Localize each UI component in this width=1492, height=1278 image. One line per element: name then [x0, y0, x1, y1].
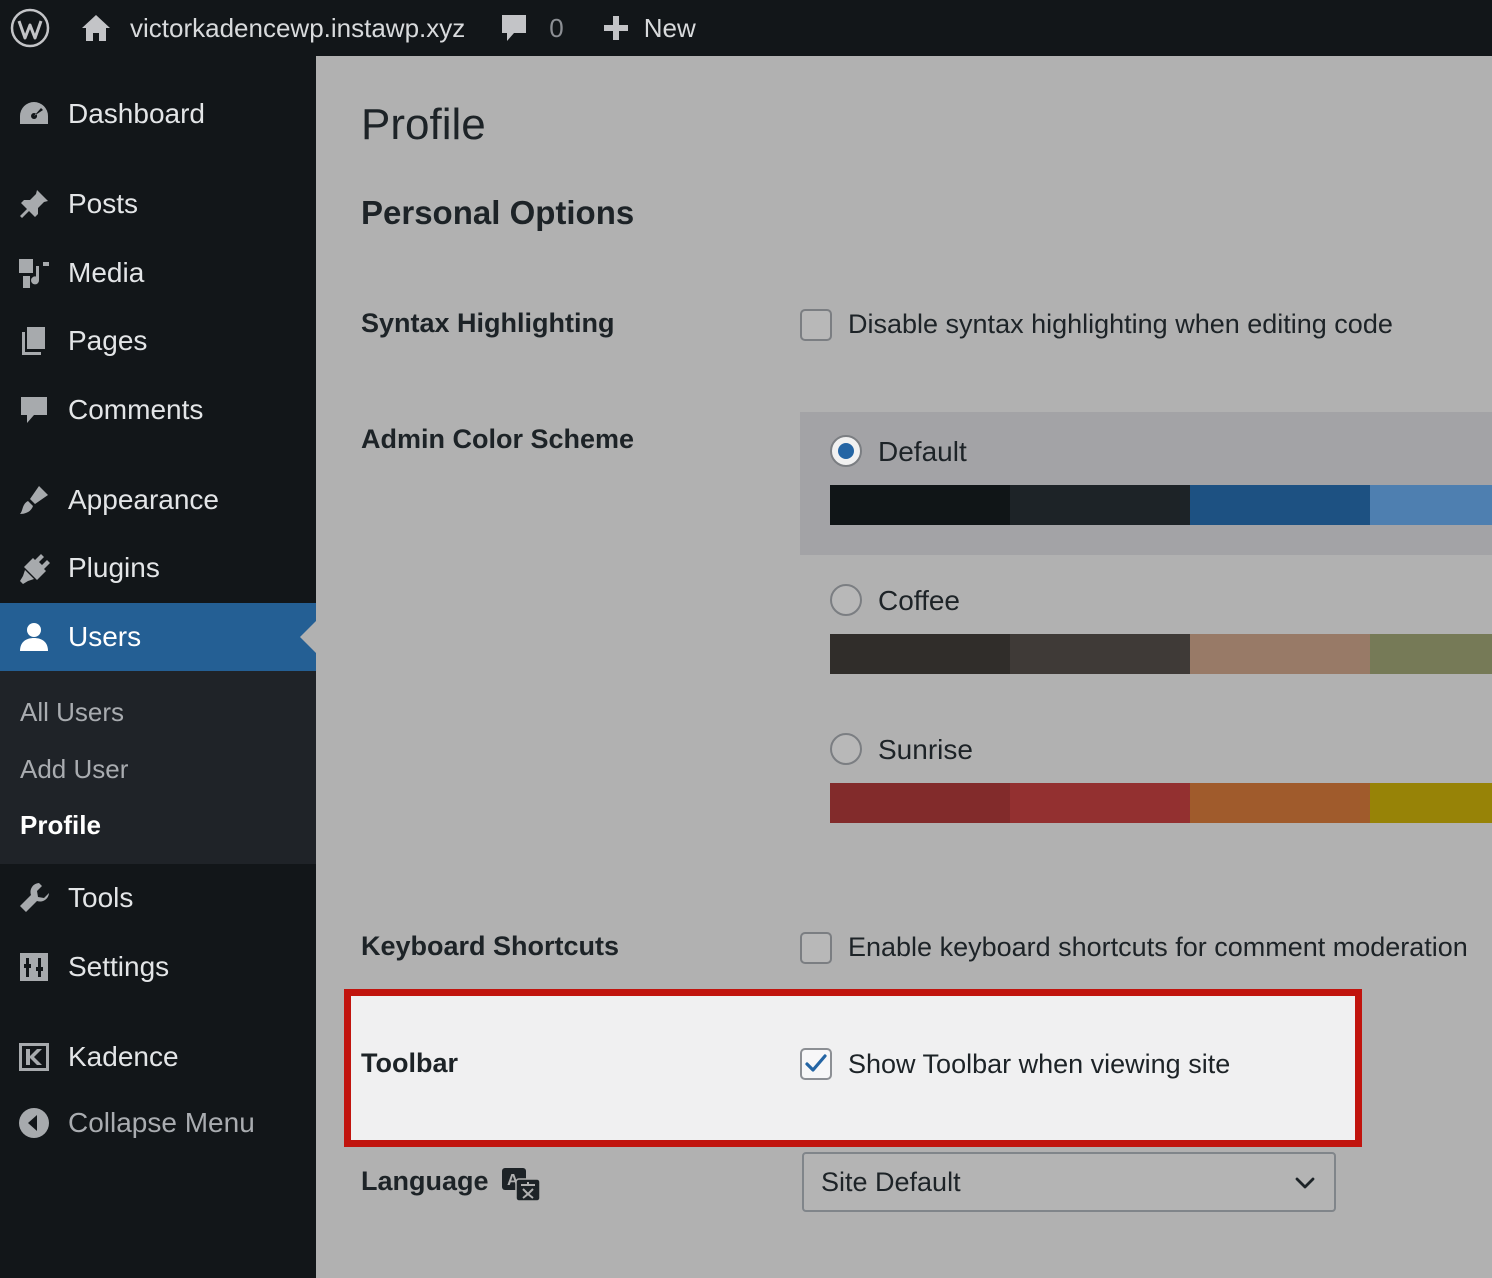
language-select[interactable]: Site Default [802, 1152, 1336, 1212]
users-submenu: All Users Add User Profile [0, 671, 316, 864]
color-swatch [1370, 485, 1492, 525]
collapse-icon [0, 1106, 68, 1140]
sidebar-item-label: Plugins [68, 552, 160, 583]
color-scheme-radio-coffee[interactable] [830, 584, 862, 616]
wordpress-logo-icon [10, 8, 50, 48]
wrench-icon [0, 881, 68, 915]
comment-bubble-icon [502, 15, 527, 41]
color-swatch [1010, 485, 1190, 525]
sidebar-item-label: Pages [68, 325, 148, 356]
wordpress-logo-button[interactable] [0, 0, 60, 56]
sidebar-item-label: Collapse Menu [68, 1107, 255, 1138]
plugin-icon [0, 551, 68, 585]
pages-icon [0, 324, 68, 358]
translation-icon: A [502, 1168, 541, 1202]
color-scheme-radio-default[interactable] [830, 435, 862, 467]
sidebar-item-plugins[interactable]: Plugins [0, 534, 316, 602]
sidebar-item-pages[interactable]: Pages [0, 307, 316, 375]
color-swatch [1190, 783, 1370, 823]
color-swatch [830, 485, 1010, 525]
checkmark-icon [805, 1054, 827, 1072]
toolbar-checkbox[interactable] [800, 1048, 832, 1080]
sidebar-item-label: Settings [68, 951, 170, 982]
collapse-menu-button[interactable]: Collapse Menu [0, 1089, 316, 1157]
color-swatch [830, 783, 1010, 823]
kadence-icon [0, 1040, 68, 1074]
keyboard-shortcuts-checkbox-label[interactable]: Enable keyboard shortcuts for comment mo… [848, 932, 1468, 963]
admin-sidebar: Dashboard Posts Media Pages Comments App… [0, 56, 316, 1278]
keyboard-shortcuts-checkbox[interactable] [800, 932, 832, 964]
sidebar-item-comments[interactable]: Comments [0, 376, 316, 444]
comment-icon [0, 393, 68, 427]
sidebar-item-kadence[interactable]: Kadence [0, 1023, 316, 1091]
site-name-link[interactable]: victorkadencewp.instawp.xyz [80, 0, 465, 56]
media-icon [0, 256, 68, 290]
user-icon [0, 620, 68, 654]
sidebar-item-label: Dashboard [68, 98, 205, 129]
color-swatches[interactable] [830, 783, 1492, 823]
submenu-item-profile[interactable]: Profile [20, 810, 101, 841]
toolbar-label: Toolbar [361, 1048, 458, 1078]
sidebar-item-settings[interactable]: Settings [0, 933, 316, 1001]
admin-bar: victorkadencewp.instawp.xyz 0 New [0, 0, 1492, 56]
color-scheme-name[interactable]: Default [878, 436, 967, 468]
sidebar-item-label: Users [68, 621, 142, 652]
home-icon [82, 15, 110, 41]
color-swatch [1010, 783, 1190, 823]
color-swatch [1190, 485, 1370, 525]
main-content: Profile Personal Options Syntax Highligh… [316, 56, 1492, 1278]
sidebar-item-dashboard[interactable]: Dashboard [0, 80, 316, 148]
sidebar-item-label: Media [68, 257, 145, 288]
chevron-down-icon [1295, 1177, 1315, 1189]
color-swatch [1370, 634, 1492, 674]
comments-link[interactable]: 0 [499, 0, 564, 56]
toolbar-checkbox-label[interactable]: Show Toolbar when viewing site [848, 1049, 1230, 1080]
admin-color-scheme-label: Admin Color Scheme [361, 424, 635, 454]
color-scheme-selected-highlight [800, 412, 1492, 555]
sidebar-item-label: Tools [68, 882, 134, 913]
section-title: Personal Options [361, 194, 635, 231]
syntax-highlighting-checkbox[interactable] [800, 309, 832, 341]
color-swatch [1370, 783, 1492, 823]
color-scheme-radio-sunrise[interactable] [830, 733, 862, 765]
color-swatch [1010, 634, 1190, 674]
color-swatches[interactable] [830, 485, 1492, 525]
pin-icon [0, 187, 68, 221]
sidebar-item-label: Kadence [68, 1041, 179, 1072]
dashboard-icon [0, 97, 68, 131]
sidebar-item-label: Comments [68, 394, 204, 425]
syntax-highlighting-checkbox-label[interactable]: Disable syntax highlighting when editing… [848, 309, 1393, 340]
color-swatches[interactable] [830, 634, 1492, 674]
color-scheme-name[interactable]: Coffee [878, 585, 960, 617]
color-swatch [1190, 634, 1370, 674]
comments-count: 0 [549, 12, 564, 43]
new-label: New [643, 12, 696, 43]
settings-icon [0, 950, 68, 984]
submenu-item-all-users[interactable]: All Users [20, 697, 124, 728]
color-scheme-name[interactable]: Sunrise [878, 734, 973, 766]
site-name: victorkadencewp.instawp.xyz [130, 12, 466, 43]
page-title: Profile [361, 100, 486, 149]
plus-icon [603, 16, 628, 40]
sidebar-item-appearance[interactable]: Appearance [0, 466, 316, 534]
brush-icon [0, 483, 68, 517]
language-select-value: Site Default [821, 1166, 961, 1197]
new-content-button[interactable]: New [602, 0, 696, 56]
sidebar-item-tools[interactable]: Tools [0, 864, 316, 932]
sidebar-item-label: Posts [68, 188, 139, 219]
sidebar-item-users[interactable]: Users [0, 603, 316, 671]
sidebar-item-posts[interactable]: Posts [0, 170, 316, 238]
sidebar-item-media[interactable]: Media [0, 239, 316, 307]
language-label: Language [361, 1166, 489, 1196]
submenu-item-add-user[interactable]: Add User [20, 754, 128, 785]
keyboard-shortcuts-label: Keyboard Shortcuts [361, 931, 620, 961]
color-swatch [830, 634, 1010, 674]
syntax-highlighting-label: Syntax Highlighting [361, 308, 615, 338]
sidebar-item-label: Appearance [68, 484, 220, 515]
